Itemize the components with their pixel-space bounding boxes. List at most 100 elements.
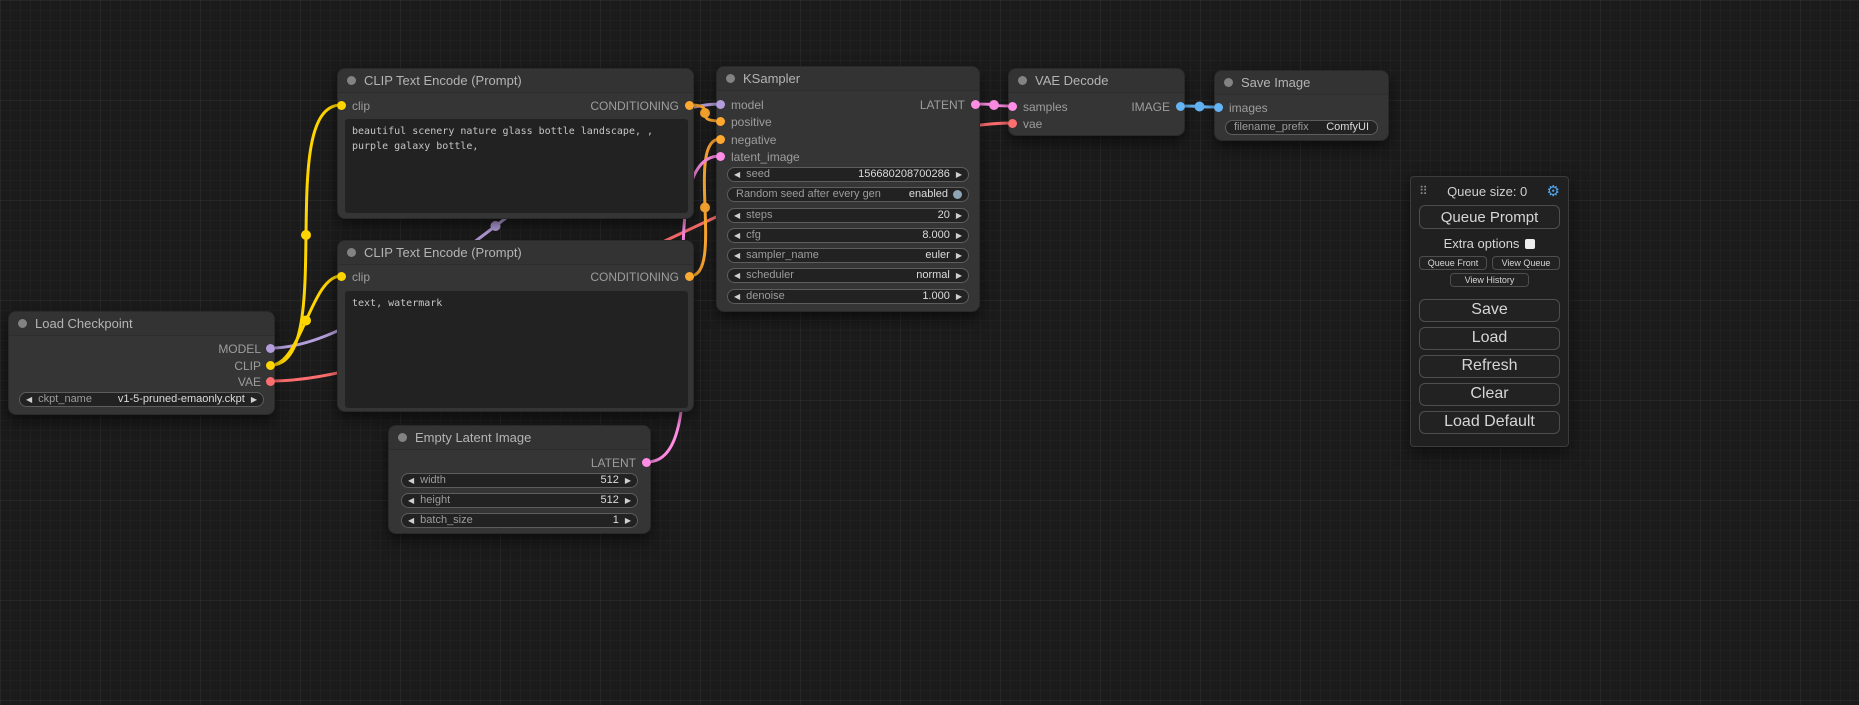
node-title-bar[interactable]: CLIP Text Encode (Prompt): [338, 241, 693, 265]
increment-arrow-icon[interactable]: ▶: [956, 269, 962, 282]
node-status-dot-icon: [347, 76, 356, 85]
decrement-arrow-icon[interactable]: ◀: [408, 514, 414, 527]
widget-label: steps: [746, 209, 772, 222]
drag-handle-icon[interactable]: ⠿: [1419, 184, 1428, 198]
port-images-input[interactable]: [1214, 103, 1223, 112]
decrement-arrow-icon[interactable]: ◀: [734, 209, 740, 222]
node-load-checkpoint[interactable]: Load Checkpoint MODEL CLIP VAE ◀ ckpt_na…: [8, 311, 275, 415]
random-seed-toggle-widget[interactable]: Random seed after every gen enabled: [727, 187, 969, 202]
load-button[interactable]: Load: [1419, 327, 1560, 350]
node-ksampler[interactable]: KSampler model positive negative latent_…: [716, 66, 980, 312]
increment-arrow-icon[interactable]: ▶: [251, 393, 257, 406]
extra-options-checkbox[interactable]: [1525, 239, 1535, 249]
width-widget[interactable]: ◀ width 512 ▶: [401, 473, 638, 488]
settings-gear-icon[interactable]: ⚙: [1547, 182, 1560, 200]
node-title-bar[interactable]: Load Checkpoint: [9, 312, 274, 336]
port-model-input[interactable]: [716, 100, 725, 109]
decrement-arrow-icon[interactable]: ◀: [408, 494, 414, 507]
menu-header: ⠿ Queue size: 0 ⚙: [1419, 181, 1560, 201]
seed-widget[interactable]: ◀ seed 156680208700286 ▶: [727, 167, 969, 182]
port-latent-output[interactable]: [971, 100, 980, 109]
decrement-arrow-icon[interactable]: ◀: [734, 249, 740, 262]
denoise-widget[interactable]: ◀ denoise 1.000 ▶: [727, 289, 969, 304]
node-clip-text-encode-positive[interactable]: CLIP Text Encode (Prompt) clip CONDITION…: [337, 68, 694, 219]
port-latent-output[interactable]: [642, 458, 651, 467]
node-title: Empty Latent Image: [415, 430, 531, 445]
increment-arrow-icon[interactable]: ▶: [625, 494, 631, 507]
view-queue-button[interactable]: View Queue: [1492, 256, 1560, 270]
port-positive-input[interactable]: [716, 117, 725, 126]
port-clip-output[interactable]: [266, 361, 275, 370]
node-title-bar[interactable]: KSampler: [717, 67, 979, 91]
wire-midpoint-dot: [1195, 102, 1205, 112]
scheduler-widget[interactable]: ◀ scheduler normal ▶: [727, 268, 969, 283]
decrement-arrow-icon[interactable]: ◀: [408, 474, 414, 487]
port-vae-output[interactable]: [266, 377, 275, 386]
refresh-button[interactable]: Refresh: [1419, 355, 1560, 378]
increment-arrow-icon[interactable]: ▶: [956, 249, 962, 262]
decrement-arrow-icon[interactable]: ◀: [26, 393, 32, 406]
increment-arrow-icon[interactable]: ▶: [956, 229, 962, 242]
wire-image: [1181, 106, 1218, 107]
widget-value: 512: [600, 494, 618, 507]
node-title-bar[interactable]: Save Image: [1215, 71, 1388, 95]
batch-size-widget[interactable]: ◀ batch_size 1 ▶: [401, 513, 638, 528]
negative-prompt-textarea[interactable]: text, watermark: [345, 291, 688, 408]
increment-arrow-icon[interactable]: ▶: [625, 514, 631, 527]
queue-front-button[interactable]: Queue Front: [1419, 256, 1487, 270]
node-title: Load Checkpoint: [35, 316, 133, 331]
height-widget[interactable]: ◀ height 512 ▶: [401, 493, 638, 508]
output-label-conditioning: CONDITIONING: [590, 271, 679, 283]
decrement-arrow-icon[interactable]: ◀: [734, 168, 740, 181]
port-conditioning-output[interactable]: [685, 272, 694, 281]
node-empty-latent-image[interactable]: Empty Latent Image LATENT ◀ width 512 ▶ …: [388, 425, 651, 534]
port-clip-input[interactable]: [337, 272, 346, 281]
widget-label: Random seed after every gen: [736, 188, 881, 201]
node-save-image[interactable]: Save Image images filename_prefix ComfyU…: [1214, 70, 1389, 141]
port-samples-input[interactable]: [1008, 102, 1017, 111]
widget-value: 20: [938, 209, 950, 222]
decrement-arrow-icon[interactable]: ◀: [734, 269, 740, 282]
load-default-button[interactable]: Load Default: [1419, 411, 1560, 434]
node-vae-decode[interactable]: VAE Decode samples vae IMAGE: [1008, 68, 1185, 136]
output-label-image: IMAGE: [1131, 101, 1170, 113]
cfg-widget[interactable]: ◀ cfg 8.000 ▶: [727, 228, 969, 243]
widget-value: 156680208700286: [858, 168, 950, 181]
toggle-indicator-icon[interactable]: [953, 190, 962, 199]
extra-options-row: Extra options: [1419, 235, 1560, 252]
port-model-output[interactable]: [266, 344, 275, 353]
node-title: CLIP Text Encode (Prompt): [364, 73, 522, 88]
increment-arrow-icon[interactable]: ▶: [956, 290, 962, 303]
port-clip-input[interactable]: [337, 101, 346, 110]
node-title-bar[interactable]: VAE Decode: [1009, 69, 1184, 93]
port-image-output[interactable]: [1176, 102, 1185, 111]
port-negative-input[interactable]: [716, 135, 725, 144]
port-vae-input[interactable]: [1008, 119, 1017, 128]
sampler-name-widget[interactable]: ◀ sampler_name euler ▶: [727, 248, 969, 263]
decrement-arrow-icon[interactable]: ◀: [734, 229, 740, 242]
node-title-bar[interactable]: Empty Latent Image: [389, 426, 650, 450]
port-latent-image-input[interactable]: [716, 152, 725, 161]
save-button[interactable]: Save: [1419, 299, 1560, 322]
wire-clip-negative: [271, 276, 341, 365]
comfyui-canvas[interactable]: { "colors": { "MODEL": "#B39DDB", "CLIP"…: [0, 0, 1859, 705]
filename-prefix-widget[interactable]: filename_prefix ComfyUI: [1225, 120, 1378, 135]
increment-arrow-icon[interactable]: ▶: [625, 474, 631, 487]
node-title-bar[interactable]: CLIP Text Encode (Prompt): [338, 69, 693, 93]
decrement-arrow-icon[interactable]: ◀: [734, 290, 740, 303]
increment-arrow-icon[interactable]: ▶: [956, 209, 962, 222]
node-clip-text-encode-negative[interactable]: CLIP Text Encode (Prompt) clip CONDITION…: [337, 240, 694, 412]
port-conditioning-output[interactable]: [685, 101, 694, 110]
clear-button[interactable]: Clear: [1419, 383, 1560, 406]
input-label-vae: vae: [1023, 118, 1042, 130]
node-title: Save Image: [1241, 75, 1310, 90]
view-history-button[interactable]: View History: [1450, 273, 1530, 287]
wire-midpoint-dot: [301, 316, 311, 326]
widget-label: height: [420, 494, 450, 507]
increment-arrow-icon[interactable]: ▶: [956, 168, 962, 181]
steps-widget[interactable]: ◀ steps 20 ▶: [727, 208, 969, 223]
queue-menu-panel: ⠿ Queue size: 0 ⚙ Queue Prompt Extra opt…: [1410, 176, 1569, 447]
queue-prompt-button[interactable]: Queue Prompt: [1419, 205, 1560, 229]
positive-prompt-textarea[interactable]: beautiful scenery nature glass bottle la…: [345, 119, 688, 213]
ckpt-name-widget[interactable]: ◀ ckpt_name v1-5-pruned-emaonly.ckpt ▶: [19, 392, 264, 407]
